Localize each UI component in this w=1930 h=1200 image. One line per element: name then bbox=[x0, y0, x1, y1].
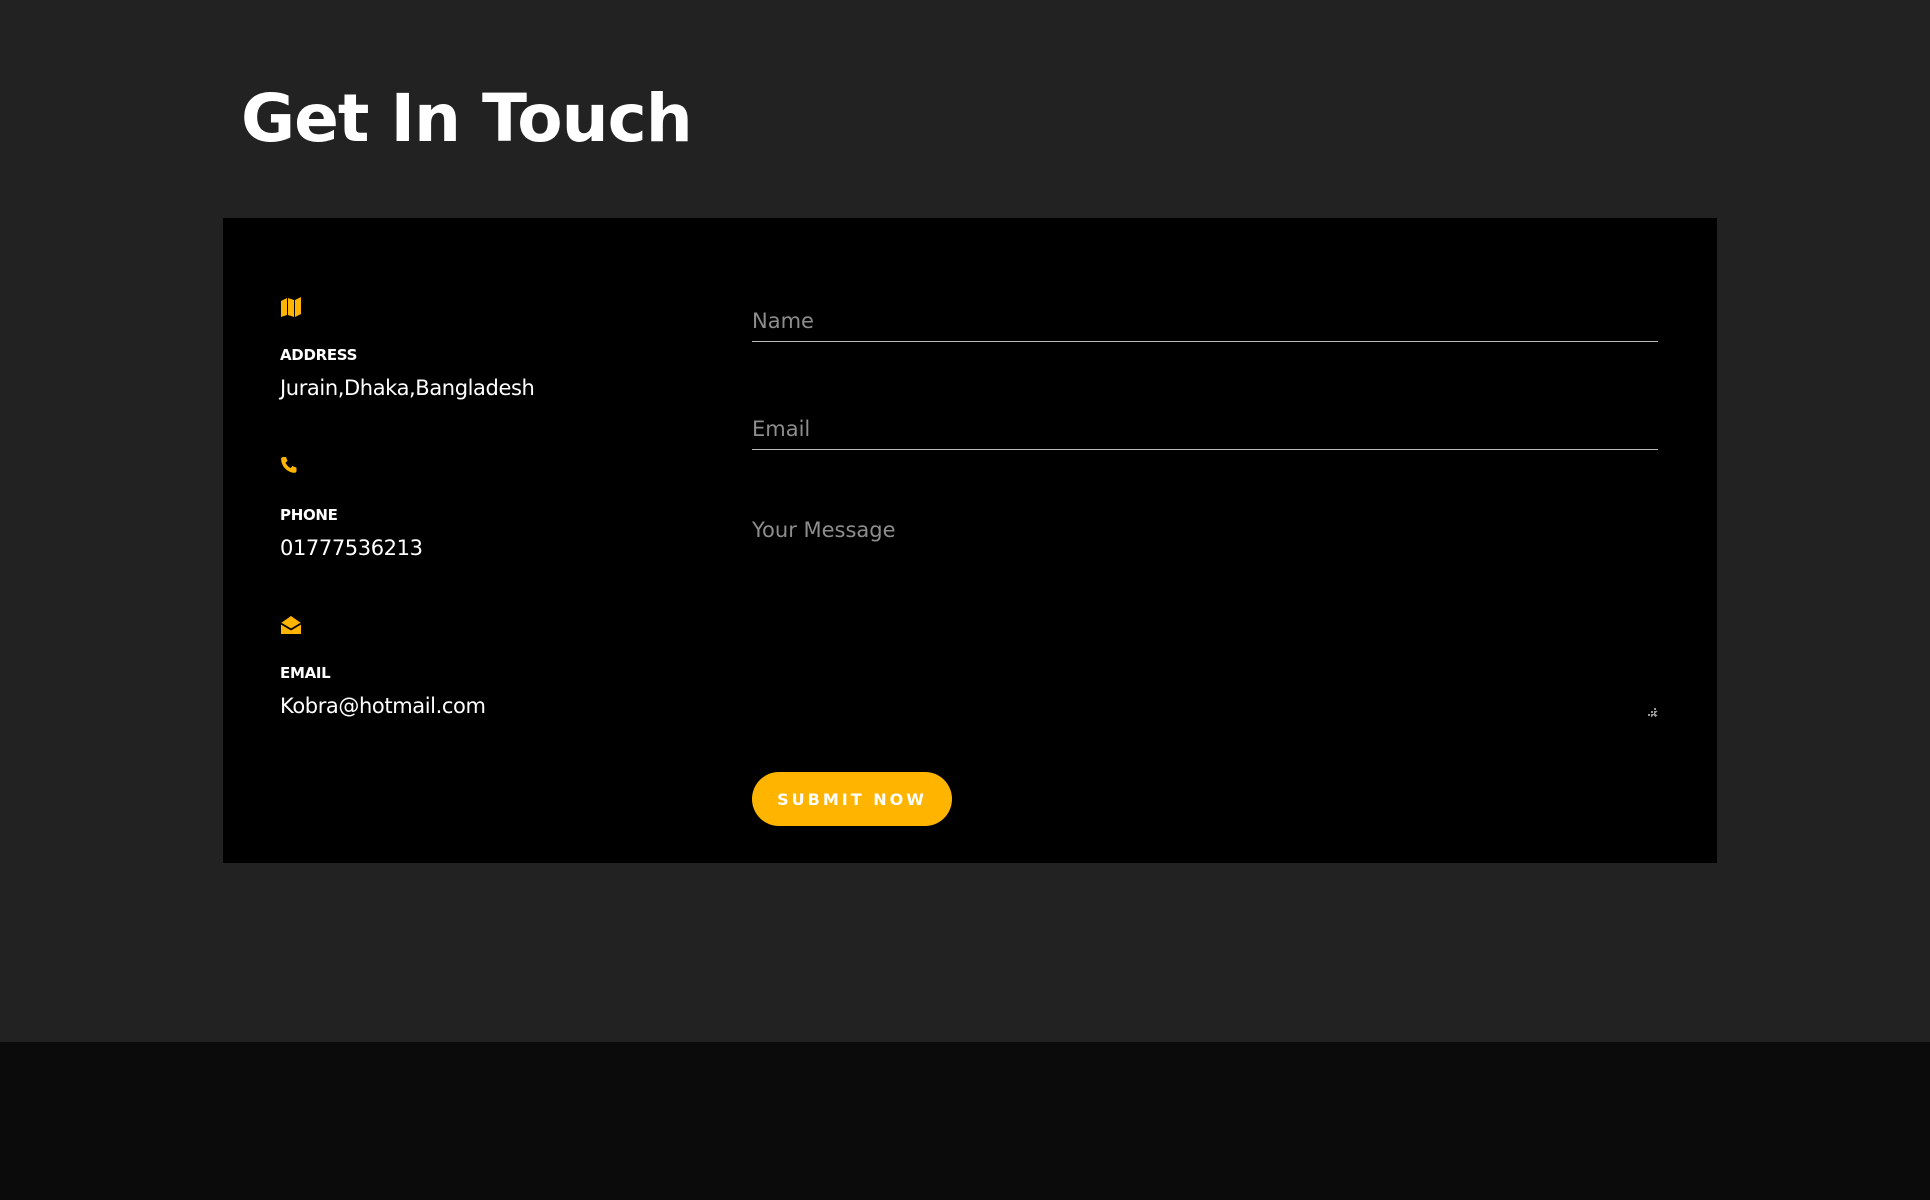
message-textarea[interactable] bbox=[752, 518, 1658, 718]
address-label: ADDRESS bbox=[280, 346, 358, 364]
address-value: Jurain,Dhaka,Bangladesh bbox=[280, 376, 535, 400]
name-input[interactable] bbox=[752, 301, 1658, 342]
email-input[interactable] bbox=[752, 409, 1658, 450]
email-value: Kobra@hotmail.com bbox=[280, 694, 486, 718]
contact-card: ADDRESS Jurain,Dhaka,Bangladesh PHONE 01… bbox=[223, 218, 1717, 863]
page-title: Get In Touch bbox=[241, 80, 693, 157]
phone-label: PHONE bbox=[280, 506, 338, 524]
envelope-open-icon bbox=[280, 614, 302, 636]
contact-section: Get In Touch ADDRESS Jurain,Dhaka,Bangla… bbox=[0, 0, 1930, 1042]
phone-block: PHONE 01777536213 bbox=[280, 456, 660, 566]
email-block: EMAIL Kobra@hotmail.com bbox=[280, 614, 660, 724]
map-icon bbox=[280, 296, 302, 318]
submit-button[interactable]: SUBMIT NOW bbox=[752, 772, 952, 826]
resize-grip-icon[interactable] bbox=[1645, 704, 1657, 716]
address-block: ADDRESS Jurain,Dhaka,Bangladesh bbox=[280, 296, 660, 406]
phone-value: 01777536213 bbox=[280, 536, 423, 560]
footer bbox=[0, 1042, 1930, 1200]
phone-icon bbox=[280, 456, 302, 478]
email-label: EMAIL bbox=[280, 664, 331, 682]
